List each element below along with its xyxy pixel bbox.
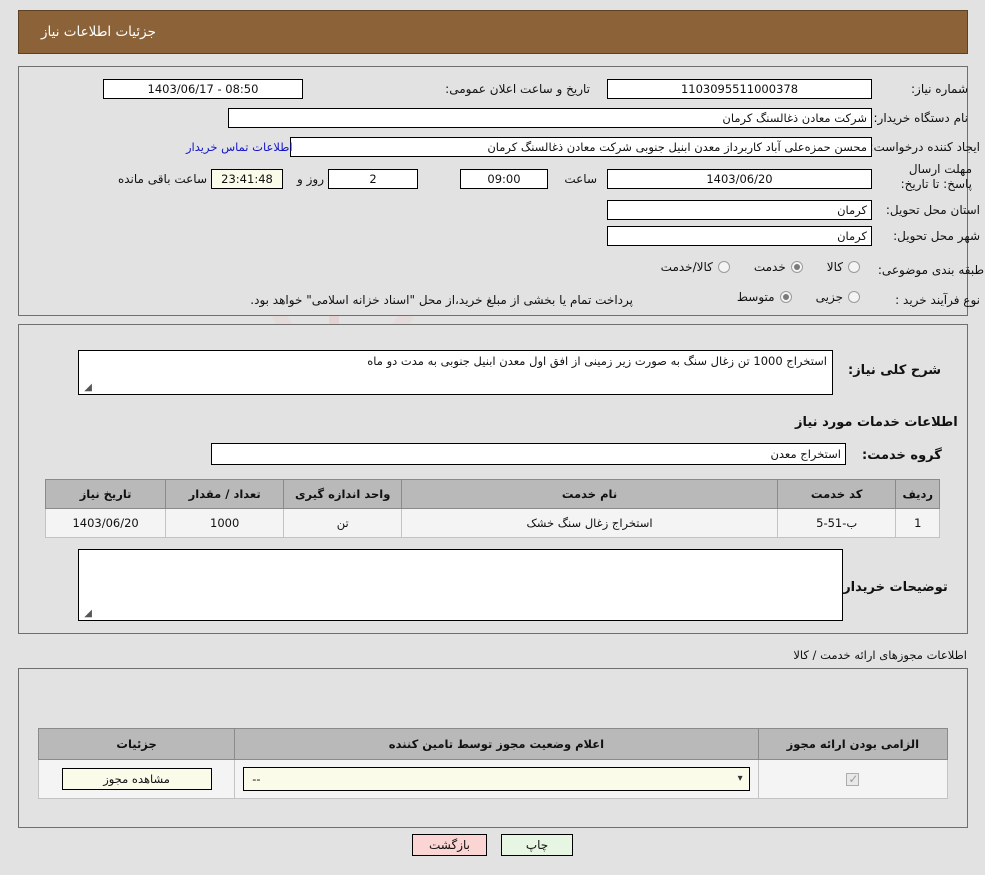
permits-section-note: اطلاعات مجوزهای ارائه خدمت / کالا <box>793 648 967 662</box>
radio-kala-khedmat[interactable] <box>717 261 730 273</box>
back-button[interactable]: بازگشت <box>412 834 487 856</box>
permits-header-row: الزامی بودن ارائه مجوز اعلام وضعیت مجوز … <box>37 728 949 760</box>
table-row: ▾ -- مشاهده مجوز <box>37 759 949 799</box>
process-option-motevaset[interactable]: متوسط <box>737 290 792 304</box>
cell-permit-details: مشاهده مجوز <box>37 759 236 799</box>
category-option-kala[interactable]: کالا <box>827 260 860 274</box>
permit-status-select[interactable]: ▾ -- <box>243 767 750 791</box>
permit-required-checkbox[interactable] <box>846 772 860 786</box>
th-permit-details: جزئیات <box>37 728 236 760</box>
process-radio-group: جزیی متوسط <box>655 290 860 304</box>
table-row: 1 ب-51-5 استخراج زغال سنگ خشک تن 1000 14… <box>44 508 940 538</box>
category-option-kala-khedmat-label: کالا/خدمت <box>660 260 713 274</box>
deadline-label: مهلت ارسال پاسخ: تا تاریخ: <box>900 162 972 191</box>
radio-kala[interactable] <box>848 261 860 273</box>
buyer-org-label: نام دستگاه خریدار: <box>873 111 969 125</box>
permits-table: الزامی بودن ارائه مجوز اعلام وضعیت مجوز … <box>37 728 949 799</box>
services-table: ردیف کد خدمت نام خدمت واحد اندازه گیری ت… <box>44 479 940 538</box>
view-permit-button[interactable]: مشاهده مجوز <box>61 768 212 790</box>
top-info-panel <box>18 66 968 316</box>
services-table-header-row: ردیف کد خدمت نام خدمت واحد اندازه گیری ت… <box>44 479 940 509</box>
need-description-label: شرح کلی نیاز: <box>848 363 942 378</box>
delivery-province-value: کرمان <box>607 200 872 220</box>
category-option-khedmat-label: خدمت <box>753 260 786 274</box>
th-quantity: تعداد / مقدار <box>165 479 285 509</box>
footer-button-bar: بازگشت چاپ <box>0 834 985 856</box>
need-description-value: استخراج 1000 تن زغال سنگ به صورت زیر زمی… <box>367 354 827 368</box>
deadline-hour-value: 09:00 <box>460 169 548 189</box>
page-header: جزئیات اطلاعات نیاز <box>18 10 968 54</box>
cell-service-code: ب-51-5 <box>776 508 897 538</box>
purchase-process-label: نوع فرآیند خرید : <box>895 293 980 307</box>
category-option-khedmat[interactable]: خدمت <box>754 260 803 274</box>
deadline-date-value: 1403/06/20 <box>607 169 872 189</box>
print-button[interactable]: چاپ <box>501 834 573 856</box>
th-row: ردیف <box>895 479 940 509</box>
radio-khedmat[interactable] <box>790 261 803 273</box>
radio-jozi[interactable] <box>848 291 860 303</box>
th-unit: واحد اندازه گیری <box>283 479 403 509</box>
delivery-city-value: کرمان <box>607 226 872 246</box>
deadline-hour-label: ساعت <box>564 172 597 186</box>
process-note: پرداخت تمام یا بخشی از مبلغ خرید،از محل … <box>250 293 633 307</box>
buyer-org-value: شرکت معادن ذغالسنگ کرمان <box>228 108 872 128</box>
countdown-label: ساعت باقی مانده <box>117 172 207 186</box>
cell-permit-status: ▾ -- <box>234 759 759 799</box>
services-section-title: اطلاعات خدمات مورد نیاز <box>795 415 958 430</box>
creator-label: ایجاد کننده درخواست: <box>869 140 980 154</box>
buyer-comments-textarea[interactable]: ◢ <box>78 549 843 621</box>
service-group-value: استخراج معدن <box>211 443 846 465</box>
cell-service-name: استخراج زغال سنگ خشک <box>401 508 778 538</box>
remaining-days-value: 2 <box>328 169 418 189</box>
chevron-down-icon: ▾ <box>737 773 743 784</box>
cell-row: 1 <box>895 508 940 538</box>
th-service-name: نام خدمت <box>401 479 778 509</box>
radio-motevaset[interactable] <box>779 291 792 303</box>
category-label: طبقه بندی موضوعی: <box>877 263 984 277</box>
announce-datetime-label: تاریخ و ساعت اعلان عمومی: <box>445 82 590 96</box>
th-permit-status: اعلام وضعیت مجوز توسط تامین کننده <box>234 728 759 760</box>
process-option-motevaset-label: متوسط <box>736 290 775 304</box>
remaining-days-label: روز و <box>297 172 324 186</box>
cell-need-date: 1403/06/20 <box>44 508 167 538</box>
buyer-comments-label: توضیحات خریدار: <box>838 580 948 595</box>
th-service-code: کد خدمت <box>776 479 897 509</box>
category-option-kala-label: کالا <box>826 260 843 274</box>
cell-permit-required <box>757 759 949 799</box>
creator-value: محسن حمزه‌علی آباد کاربرداز معدن ابنیل ج… <box>290 137 872 157</box>
cell-quantity: 1000 <box>165 508 285 538</box>
process-option-jozi[interactable]: جزیی <box>816 290 860 304</box>
need-description-box: استخراج 1000 تن زغال سنگ به صورت زیر زمی… <box>78 350 833 395</box>
announce-datetime-value: 08:50 - 1403/06/17 <box>103 79 303 99</box>
service-group-label: گروه خدمت: <box>862 448 942 463</box>
category-option-kala-khedmat[interactable]: کالا/خدمت <box>661 260 730 274</box>
category-radio-group: کالا خدمت کالا/خدمت <box>560 260 860 274</box>
th-need-date: تاریخ نیاز <box>44 479 167 509</box>
need-number-value: 1103095511000378 <box>607 79 872 99</box>
process-option-jozi-label: جزیی <box>815 290 843 304</box>
page-root: جزئیات اطلاعات نیاز AnaTender.net شماره … <box>0 0 985 875</box>
permit-status-value: -- <box>252 772 261 786</box>
delivery-city-label: شهر محل تحویل: <box>893 229 980 243</box>
buyer-contact-link[interactable]: اطلاعات تماس خریدار <box>186 140 293 154</box>
resize-grip-icon[interactable]: ◢ <box>82 383 92 393</box>
countdown-value: 23:41:48 <box>211 169 283 189</box>
delivery-province-label: استان محل تحویل: <box>885 203 980 217</box>
cell-unit: تن <box>283 508 403 538</box>
th-permit-required: الزامی بودن ارائه مجوز <box>757 728 949 760</box>
resize-grip-icon[interactable]: ◢ <box>82 609 92 619</box>
need-number-label: شماره نیاز: <box>911 82 968 96</box>
page-title: جزئیات اطلاعات نیاز <box>41 24 156 40</box>
